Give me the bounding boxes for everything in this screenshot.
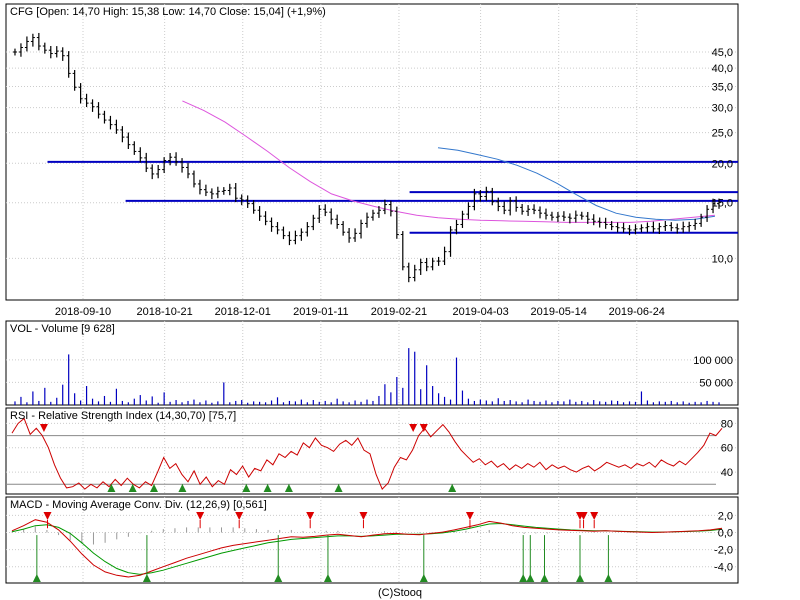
price-y-tick-label: 45,0	[712, 47, 733, 59]
price-y-tick-label: 30,0	[712, 103, 733, 115]
date-x-tick-label: 2019-05-14	[531, 306, 587, 318]
price-y-tick-label: 15,0	[712, 198, 733, 210]
date-x-tick-label: 2019-04-03	[452, 306, 508, 318]
price-y-tick-label: 10,0	[712, 253, 733, 265]
rsi-panel: 40 60 80 RSI - Relative Strength Index (14…	[5, 407, 739, 495]
price-panel-frame	[5, 3, 739, 301]
macd-y-tick-label: 0,0	[718, 528, 733, 540]
macd-panel: -4,0 -2,0 0,0 2,0 MACD - Moving Average Con…	[5, 496, 739, 584]
date-x-tick-label: 2018-09-10	[55, 306, 111, 318]
volume-panel-frame	[5, 320, 739, 406]
stock-chart: 10,0 15,0 20,0 25,0 30,0 35,0 40,0 45,0 2018-09…	[0, 0, 800, 600]
date-x-tick-label: 2018-10-21	[137, 306, 193, 318]
date-x-tick-label: 2018-12-01	[215, 306, 271, 318]
volume-panel-title: VOL - Volume [9 628]	[10, 323, 115, 335]
price-y-tick-label: 40,0	[712, 63, 733, 75]
rsi-panel-title: RSI - Relative Strength Index (14,30,70)…	[10, 410, 236, 422]
price-y-tick-label: 25,0	[712, 128, 733, 140]
rsi-y-tick-label: 40	[721, 467, 733, 479]
rsi-y-tick-label: 80	[721, 418, 733, 430]
macd-y-tick-label: -4,0	[714, 562, 733, 574]
volume-panel: 50 000 100 000 VOL - Volume [9 628]	[5, 320, 739, 406]
date-x-tick-label: 2019-02-21	[371, 306, 427, 318]
date-x-tick-label: 2019-06-24	[609, 306, 665, 318]
price-y-tick-label: 20,0	[712, 158, 733, 170]
price-y-tick-label: 35,0	[712, 81, 733, 93]
date-x-tick-label: 2019-01-11	[293, 306, 348, 318]
price-panel-title: CFG [Open: 14,70 High: 15,38 Low: 14,70 …	[10, 6, 326, 18]
macd-y-tick-label: -2,0	[714, 545, 733, 557]
volume-y-tick-label: 50 000	[699, 377, 733, 389]
volume-y-tick-label: 100 000	[693, 355, 733, 367]
rsi-y-tick-label: 60	[721, 443, 733, 455]
chart-footer: (C)Stooq	[378, 587, 422, 599]
price-panel: 10,0 15,0 20,0 25,0 30,0 35,0 40,0 45,0 2018-09…	[5, 3, 739, 318]
macd-y-tick-label: 2,0	[718, 510, 733, 522]
rsi-y-tick-labels: 40 60 80	[721, 418, 733, 479]
macd-panel-title: MACD - Moving Average Conv. Div. (12,26,…	[10, 499, 267, 511]
